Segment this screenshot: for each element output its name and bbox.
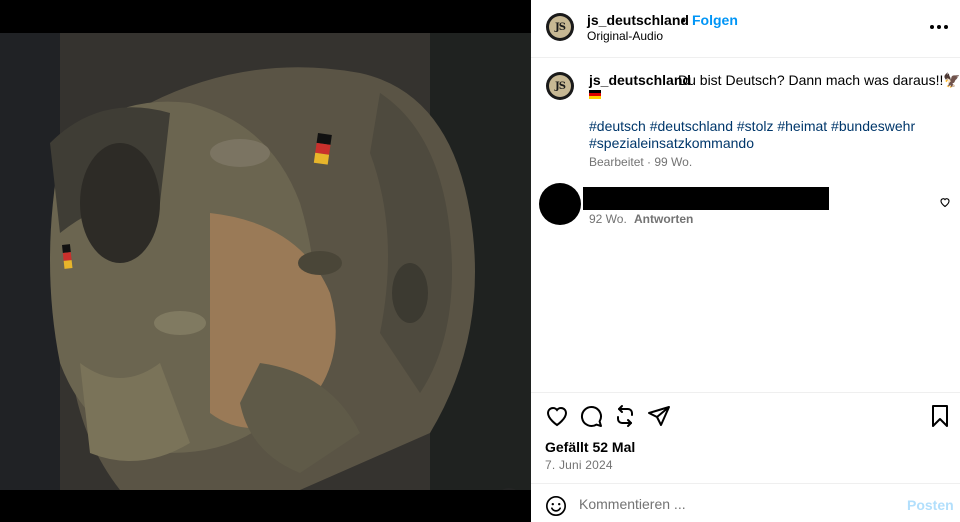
share-icon[interactable] — [647, 404, 671, 428]
comment-input[interactable] — [579, 491, 879, 517]
muted-speaker-icon — [496, 488, 509, 490]
post-comment-button[interactable]: Posten — [907, 497, 954, 513]
comment-icon[interactable] — [579, 404, 603, 428]
edited-label: Bearbeitet · 99 Wo. — [589, 155, 693, 169]
caption-avatar[interactable]: JS — [546, 72, 574, 100]
bookmark-icon[interactable] — [928, 404, 952, 428]
german-flag-emoji — [589, 90, 601, 99]
post-date[interactable]: 7. Juni 2024 — [545, 458, 613, 472]
author-avatar[interactable]: JS — [546, 13, 574, 41]
reply-button[interactable]: Antworten — [634, 212, 693, 226]
post-video[interactable] — [0, 33, 531, 490]
heart-icon[interactable] — [545, 404, 569, 428]
emoji-icon[interactable] — [545, 495, 567, 517]
caption-hashtags[interactable]: #deutsch #deutschland #stolz #heimat #bu… — [589, 118, 919, 152]
commenter-avatar[interactable] — [539, 183, 581, 225]
redacted-comment — [583, 187, 829, 210]
avatar-initials: JS — [549, 16, 571, 38]
action-bar: Gefällt 52 Mal 7. Juni 2024 — [531, 392, 960, 482]
post-side-panel: JS js_deutschland • Folgen Original-Audi… — [531, 0, 960, 522]
more-options-icon[interactable] — [930, 18, 948, 36]
author-username[interactable]: js_deutschland — [587, 12, 689, 28]
comment-composer: Posten — [531, 483, 960, 522]
video-frame-illustration — [0, 33, 531, 490]
comment-heart-icon[interactable] — [939, 196, 951, 208]
avatar-initials: JS — [549, 75, 571, 97]
media-area — [0, 0, 531, 522]
follow-button[interactable]: Folgen — [692, 12, 738, 28]
likes-count[interactable]: Gefällt 52 Mal — [545, 439, 635, 455]
repost-icon[interactable] — [613, 404, 637, 428]
caption-text: Du bist Deutsch? Dann mach was daraus!!🦅 — [678, 72, 960, 88]
caption-username[interactable]: js_deutschland — [589, 72, 691, 88]
separator-dot: • — [681, 12, 686, 28]
audio-label[interactable]: Original-Audio — [587, 29, 663, 43]
post-header: JS js_deutschland • Folgen Original-Audi… — [531, 0, 960, 58]
comment-time: 92 Wo. — [589, 212, 627, 226]
instagram-post: JS js_deutschland • Folgen Original-Audi… — [0, 0, 960, 522]
